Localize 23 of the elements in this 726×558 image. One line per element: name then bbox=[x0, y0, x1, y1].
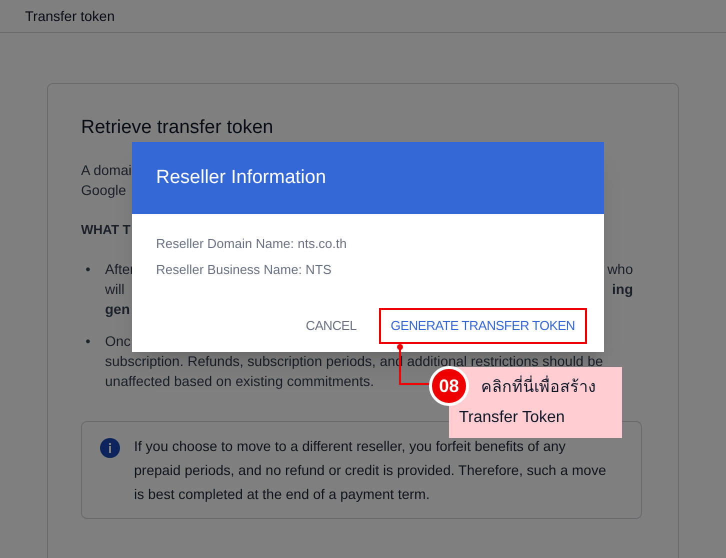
step-badge: 08 bbox=[429, 366, 469, 406]
card-title: Retrieve transfer token bbox=[81, 116, 274, 140]
section-heading: WHAT T bbox=[81, 220, 132, 238]
body-text: gen bbox=[105, 300, 130, 319]
body-text: Onc bbox=[105, 332, 131, 351]
generate-token-button[interactable]: GENERATE TRANSFER TOKEN bbox=[378, 308, 587, 344]
dialog-text: Reseller Business Name: NTS bbox=[156, 260, 333, 278]
page-title: Transfer token bbox=[25, 6, 115, 26]
body-text: A domai bbox=[81, 162, 132, 178]
body-text: After bbox=[105, 260, 135, 279]
dialog-text: Reseller Domain Name: nts.co.th bbox=[156, 235, 348, 253]
info-icon bbox=[100, 438, 120, 458]
cancel-button[interactable]: CANCEL bbox=[294, 308, 369, 344]
bullet-mark: • bbox=[84, 332, 92, 351]
info-note-text: If you choose to move to a different reseller, you forfeit benefits of any prepaid periods, and no refund or credit is provided. Therefore, such a move is best completed at the end of a payment term. bbox=[134, 437, 608, 504]
bullet-mark: • bbox=[84, 260, 92, 279]
body-text: ing bbox=[612, 280, 633, 299]
body-text: who bbox=[607, 260, 633, 279]
dialog-title: Reseller Information bbox=[156, 166, 326, 190]
body-text: Google bbox=[81, 182, 126, 198]
body-text: unaffected based on existing commitments. bbox=[105, 372, 374, 391]
body-text: will bbox=[105, 280, 124, 299]
callout-text: Transfer Token bbox=[459, 408, 566, 428]
